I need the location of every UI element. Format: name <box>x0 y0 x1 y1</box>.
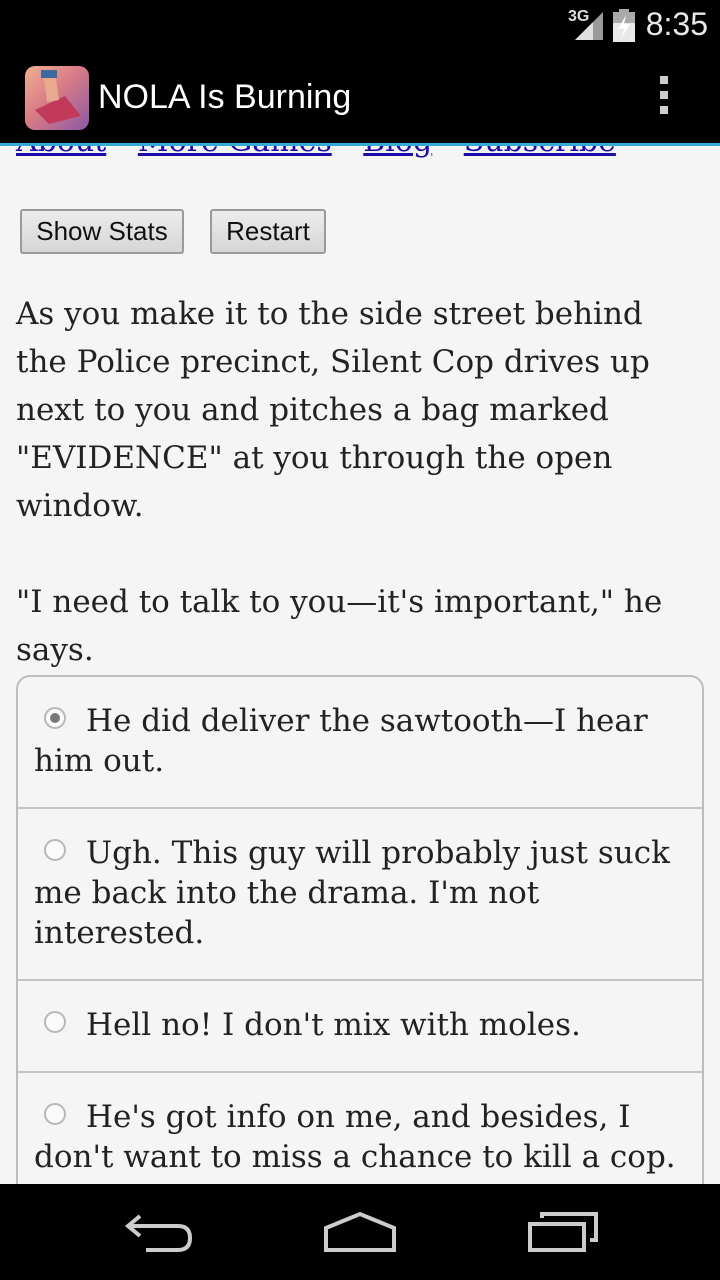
story-text: As you make it to the side street behind… <box>16 290 696 722</box>
navigation-bar <box>0 1184 720 1280</box>
page-content: About More Games Blog Subscribe Show Sta… <box>0 146 720 1184</box>
choice-label: He's got info on me, and besides, I don'… <box>34 1099 676 1175</box>
show-stats-button[interactable]: Show Stats <box>20 209 184 254</box>
radio-button[interactable] <box>44 839 66 861</box>
more-games-link[interactable]: More Games <box>138 146 332 159</box>
action-bar: NOLA Is Burning <box>0 50 720 146</box>
home-icon[interactable] <box>322 1210 398 1254</box>
choice-label: Hell no! I don't mix with moles. <box>86 1007 581 1043</box>
battery-charging-icon <box>613 9 635 42</box>
radio-button[interactable] <box>44 1011 66 1033</box>
story-paragraph: "I need to talk to you—it's important," … <box>16 584 663 668</box>
choice-option[interactable]: Hell no! I don't mix with moles. <box>18 981 702 1073</box>
app-title: NOLA Is Burning <box>98 78 352 116</box>
radio-button-selected[interactable] <box>44 707 66 729</box>
status-bar: 3G 8:35 <box>0 0 720 50</box>
signal-icon <box>575 12 603 40</box>
overflow-menu-icon[interactable] <box>652 76 676 120</box>
app-icon[interactable] <box>25 66 89 130</box>
choice-option[interactable]: Ugh. This guy will probably just suck me… <box>18 809 702 981</box>
story-paragraph: As you make it to the side street behind… <box>16 296 650 524</box>
blog-link[interactable]: Blog <box>363 146 432 159</box>
clock: 8:35 <box>645 6 708 42</box>
about-link[interactable]: About <box>16 146 106 159</box>
choice-option[interactable]: He's got info on me, and besides, I don'… <box>18 1073 702 1184</box>
top-links: About More Games Blog Subscribe <box>16 146 638 159</box>
recent-apps-icon[interactable] <box>526 1210 600 1254</box>
subscribe-link[interactable]: Subscribe <box>464 146 616 159</box>
choice-option[interactable]: He did deliver the sawtooth—I hear him o… <box>18 677 702 809</box>
choice-label: He did deliver the sawtooth—I hear him o… <box>34 703 648 779</box>
choice-label: Ugh. This guy will probably just suck me… <box>34 835 670 951</box>
back-icon[interactable] <box>124 1210 196 1254</box>
restart-button[interactable]: Restart <box>210 209 326 254</box>
choice-list: He did deliver the sawtooth—I hear him o… <box>16 675 704 1184</box>
radio-button[interactable] <box>44 1103 66 1125</box>
